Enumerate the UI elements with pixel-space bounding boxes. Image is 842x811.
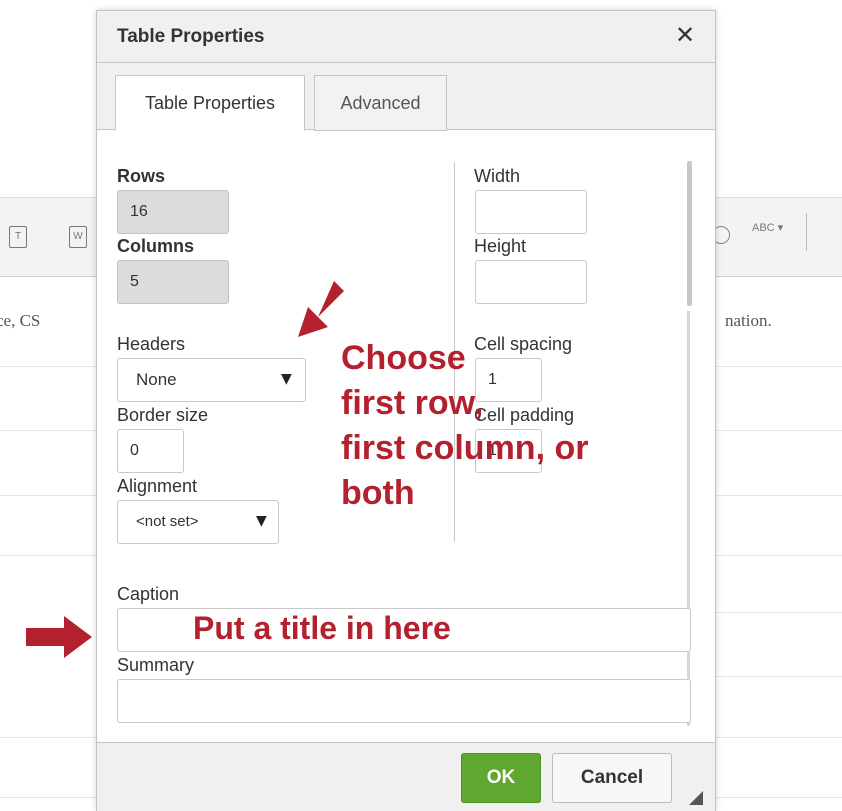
height-field[interactable] [475,260,587,304]
bg-rule [0,797,96,798]
bg-rule [716,366,842,367]
headers-annotation-line: first row, [341,384,484,422]
dropdown-arrow-icon: ▼ [281,371,292,387]
bg-rule [716,555,842,556]
background-text-right: nation. [725,311,772,330]
caption-annotation: Put a title in here [193,610,451,646]
paste-word-icon[interactable]: W [69,226,87,248]
columns-field: 5 [117,260,229,304]
alignment-label: Alignment [117,476,198,496]
bg-rule [0,495,96,496]
rows-label: Rows [117,166,166,186]
dialog-footer: OK Cancel [97,742,715,811]
scrollbar-thumb[interactable] [687,161,692,306]
cancel-button[interactable]: Cancel [552,753,672,803]
bg-rule [0,737,96,738]
bg-rule [716,797,842,798]
bg-rule [716,612,842,613]
bg-rule [716,495,842,496]
width-label: Width [474,166,521,186]
summary-field[interactable] [117,679,691,723]
dialog-header[interactable]: Table Properties ✕ [97,11,715,63]
resize-handle-icon[interactable] [689,791,703,805]
ok-button[interactable]: OK [461,753,541,803]
spellcheck-icon[interactable]: ABC ▾ [752,221,783,234]
tab-table-properties[interactable]: Table Properties [115,75,305,131]
alignment-select-value: <not set> [136,513,199,530]
arrow-down-left-icon [298,281,344,337]
toolbar-separator [806,213,807,251]
bg-rule [0,555,96,556]
headers-select[interactable]: None ▼ [117,358,306,402]
height-label: Height [474,236,527,256]
tab-advanced[interactable]: Advanced [314,75,447,131]
rows-field: 16 [117,190,229,234]
background-text-left: ce, CS [0,311,41,330]
headers-label: Headers [117,334,186,354]
headers-select-value: None [136,370,177,389]
headers-annotation: Choose first row, first column, or both [341,336,588,516]
close-icon[interactable]: ✕ [671,20,699,52]
border-size-field[interactable]: 0 [117,429,184,473]
width-field[interactable] [475,190,587,234]
arrow-right-icon [26,616,92,658]
bg-rule [716,737,842,738]
border-size-label: Border size [117,405,209,425]
headers-annotation-line: both [341,474,415,512]
dialog-title: Table Properties [117,26,265,47]
bg-rule [0,366,96,367]
headers-annotation-line: Choose [341,339,466,377]
dropdown-arrow-icon: ▼ [256,513,267,529]
alignment-select[interactable]: <not set> ▼ [117,500,279,544]
dialog-tabbar: Table Properties Advanced [97,63,715,131]
bg-rule [716,676,842,677]
paste-text-icon[interactable]: T [9,226,27,248]
headers-annotation-line: first column, or [341,429,589,467]
bg-rule [716,430,842,431]
summary-label: Summary [117,655,195,675]
bg-rule [0,430,96,431]
scroll-track [687,311,690,726]
caption-label: Caption [117,584,180,604]
columns-label: Columns [117,236,195,256]
